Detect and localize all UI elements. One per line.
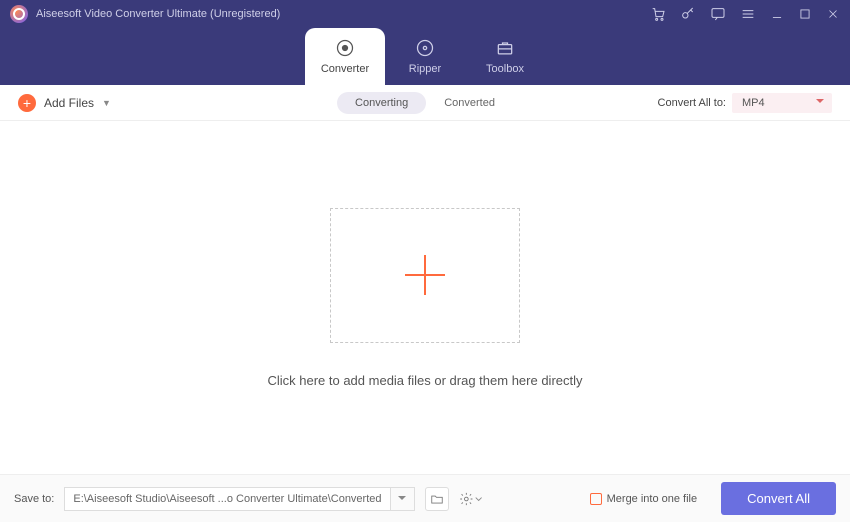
save-path-field[interactable]: E:\Aiseesoft Studio\Aiseesoft ...o Conve… <box>64 487 390 511</box>
save-path-value: E:\Aiseesoft Studio\Aiseesoft ...o Conve… <box>73 493 381 505</box>
chevron-down-icon: ▼ <box>102 98 111 108</box>
add-plus-icon <box>405 255 445 295</box>
dropzone-hint: Click here to add media files or drag th… <box>267 373 582 388</box>
maximize-icon[interactable] <box>798 7 812 21</box>
segment-converted[interactable]: Converted <box>426 92 513 114</box>
settings-button[interactable] <box>459 487 483 511</box>
briefcase-icon <box>495 38 515 58</box>
tab-converter[interactable]: Converter <box>305 28 385 85</box>
tab-ripper[interactable]: Ripper <box>385 28 465 85</box>
merge-label: Merge into one file <box>607 493 698 505</box>
format-selected: MP4 <box>742 97 765 109</box>
add-files-label: Add Files <box>44 96 94 110</box>
key-icon[interactable] <box>680 6 696 22</box>
app-title: Aiseesoft Video Converter Ultimate (Unre… <box>36 8 280 20</box>
app-logo <box>10 5 28 23</box>
open-folder-button[interactable] <box>425 487 449 511</box>
tab-label: Toolbox <box>486 63 524 75</box>
target-icon <box>335 38 355 58</box>
segment-converting[interactable]: Converting <box>337 92 426 114</box>
close-icon[interactable] <box>826 7 840 21</box>
tab-label: Ripper <box>409 63 441 75</box>
plus-icon: + <box>18 94 36 112</box>
convert-all-to-label: Convert All to: <box>658 97 726 109</box>
tab-toolbox[interactable]: Toolbox <box>465 28 545 85</box>
tab-label: Converter <box>321 63 369 75</box>
save-to-label: Save to: <box>14 493 54 505</box>
disc-icon <box>415 38 435 58</box>
checkbox-icon <box>590 493 602 505</box>
dropzone[interactable] <box>330 208 520 343</box>
merge-checkbox[interactable]: Merge into one file <box>590 493 698 505</box>
add-files-button[interactable]: + Add Files ▼ <box>18 94 111 112</box>
cart-icon[interactable] <box>650 6 666 22</box>
chat-icon[interactable] <box>710 6 726 22</box>
convert-all-button[interactable]: Convert All <box>721 482 836 515</box>
save-path-dropdown[interactable] <box>391 487 415 511</box>
menu-icon[interactable] <box>740 6 756 22</box>
format-select[interactable]: MP4 <box>732 93 832 113</box>
minimize-icon[interactable] <box>770 7 784 21</box>
